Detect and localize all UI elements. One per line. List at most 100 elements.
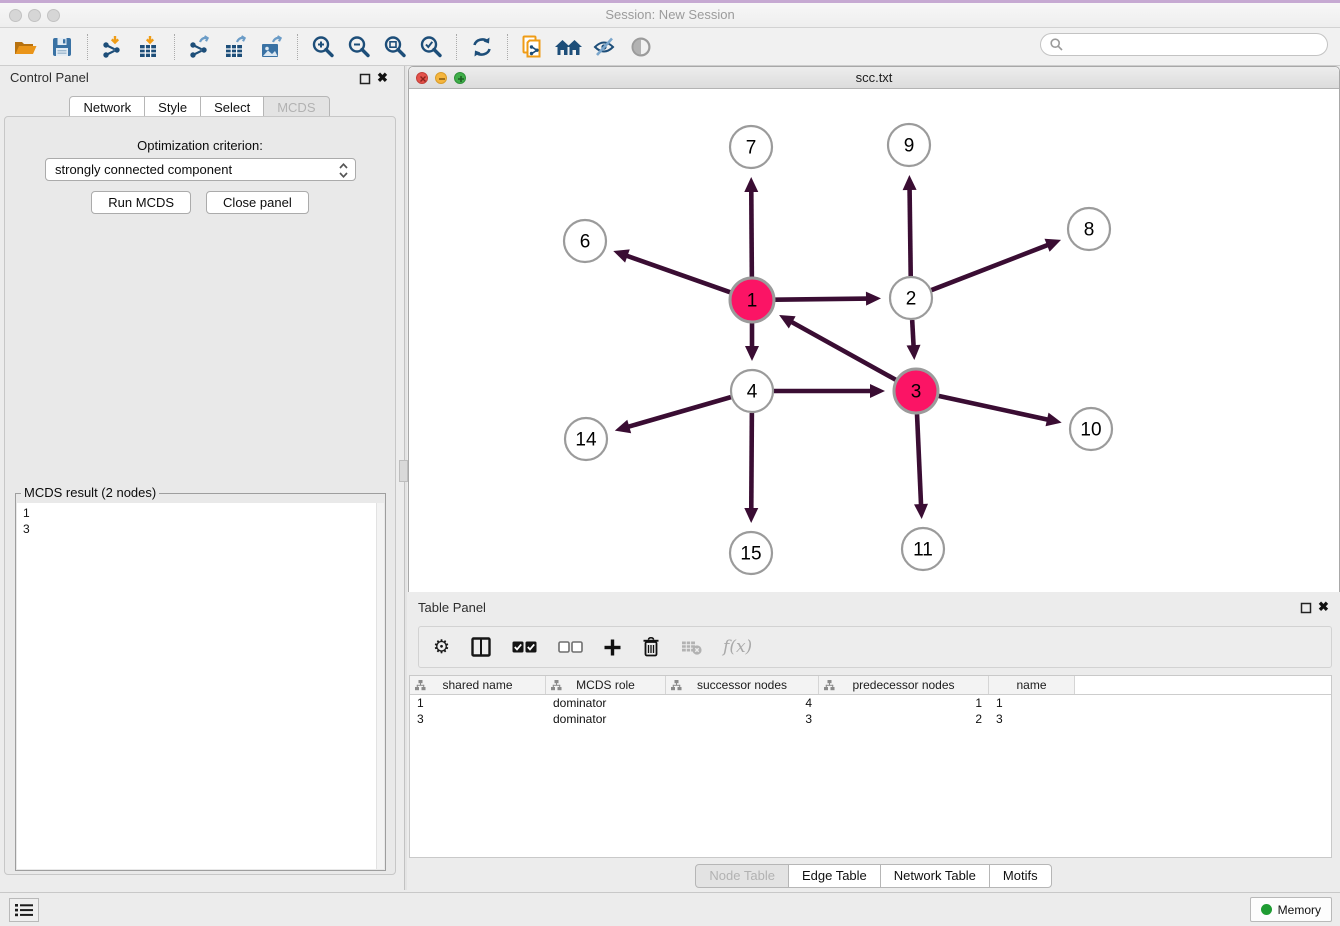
graph-edge-arrowhead (613, 249, 629, 262)
table-row[interactable]: 1dominator411 (410, 695, 1331, 711)
delete-table-button[interactable] (681, 639, 702, 655)
network-canvas[interactable]: 7968124314101511 (409, 89, 1339, 592)
open-session-button[interactable] (8, 32, 44, 62)
zoom-out-button[interactable] (341, 32, 377, 62)
export-table-button[interactable] (218, 32, 254, 62)
table-cell[interactable]: 4 (666, 695, 819, 711)
graph-edge[interactable] (775, 299, 869, 300)
close-panel-button[interactable]: Close panel (206, 191, 309, 214)
table-panel-float-icon[interactable] (1300, 602, 1312, 614)
control-panel-float-icon[interactable] (359, 73, 371, 85)
refresh-layout-button[interactable] (464, 32, 500, 62)
graph-edge[interactable] (938, 396, 1049, 420)
run-mcds-button[interactable]: Run MCDS (91, 191, 191, 214)
graph-edge[interactable] (910, 187, 911, 276)
control-panel-title: Control Panel (10, 70, 89, 85)
graph-node-label: 4 (747, 382, 758, 403)
table-cell[interactable]: 1 (989, 695, 1075, 711)
table-toolbar: ⚙ (418, 626, 1332, 668)
clone-network-icon (521, 35, 545, 59)
table-cell[interactable]: 1 (410, 695, 546, 711)
show-columns-button[interactable] (471, 637, 491, 657)
header-filler (1075, 676, 1331, 694)
hide-graphics-button[interactable] (587, 32, 623, 62)
tab-node-table[interactable]: Node Table (695, 864, 789, 888)
home-button[interactable] (551, 32, 587, 62)
table-row[interactable]: 3dominator323 (410, 711, 1331, 727)
table-settings-button[interactable]: ⚙ (433, 638, 450, 657)
zoom-in-button[interactable] (305, 32, 341, 62)
table-cell[interactable]: 3 (666, 711, 819, 727)
export-image-button[interactable] (254, 32, 290, 62)
save-icon (52, 37, 72, 57)
function-builder-button[interactable]: f(x) (723, 637, 752, 657)
graph-node-label: 1 (747, 291, 758, 312)
column-label: predecessor nodes (852, 678, 954, 692)
column-header-name[interactable]: name (989, 676, 1075, 694)
toolbar-separator (297, 34, 298, 60)
import-table-button[interactable] (131, 32, 167, 62)
graph-edge[interactable] (917, 414, 921, 507)
result-scrollbar[interactable] (376, 503, 384, 869)
zoom-fit-button[interactable] (377, 32, 413, 62)
network-window-titlebar[interactable]: scc.txt (409, 67, 1339, 89)
delete-table-icon (681, 639, 702, 655)
tab-motifs[interactable]: Motifs (989, 864, 1052, 888)
column-header-mcds-role[interactable]: MCDS role (546, 676, 666, 694)
node-table: shared name MCDS role successor nodes pr… (409, 675, 1332, 858)
graph-edge[interactable] (912, 320, 914, 348)
select-all-button[interactable] (512, 641, 537, 653)
toolbar-separator (507, 34, 508, 60)
main-toolbar (0, 28, 1340, 66)
graph-edge[interactable] (751, 189, 752, 277)
vertical-splitter-handle[interactable] (399, 460, 408, 482)
table-cell[interactable]: 3 (410, 711, 546, 727)
graph-edge[interactable] (751, 413, 752, 511)
table-panel-close-icon[interactable]: ✖ (1318, 600, 1329, 613)
export-network-button[interactable] (182, 32, 218, 62)
column-type-icon (824, 680, 835, 691)
graph-edge-arrowhead (615, 420, 631, 433)
graph-edge[interactable] (625, 255, 731, 292)
export-table-icon (223, 35, 249, 59)
table-cell[interactable]: 3 (989, 711, 1075, 727)
clone-network-button[interactable] (515, 32, 551, 62)
show-panel-list-button[interactable] (9, 898, 39, 922)
column-header-predecessor-nodes[interactable]: predecessor nodes (819, 676, 989, 694)
mcds-result-list[interactable]: 13 (17, 503, 384, 869)
toolbar-separator (456, 34, 457, 60)
graph-edge-arrowhead (744, 177, 758, 192)
import-network-button[interactable] (95, 32, 131, 62)
criterion-select[interactable]: strongly connected component (45, 158, 356, 181)
delete-row-button[interactable] (642, 637, 660, 657)
tab-network-table[interactable]: Network Table (880, 864, 990, 888)
column-header-successor-nodes[interactable]: successor nodes (666, 676, 819, 694)
toolbar-separator (87, 34, 88, 60)
show-graphics-button[interactable] (623, 32, 659, 62)
search-input[interactable] (1064, 34, 1327, 55)
unchecked-boxes-icon (558, 641, 583, 653)
graph-edge[interactable] (790, 321, 896, 380)
graph-edge[interactable] (626, 397, 731, 427)
graph-node-label: 8 (1084, 220, 1095, 241)
zoom-selected-button[interactable] (413, 32, 449, 62)
network-window-title: scc.txt (409, 70, 1339, 85)
memory-button[interactable]: Memory (1250, 897, 1332, 922)
graph-node-label: 15 (740, 544, 761, 565)
home-icon (554, 37, 584, 57)
table-cell[interactable]: 2 (819, 711, 989, 727)
graph-node-label: 6 (580, 232, 591, 253)
table-cell[interactable]: dominator (546, 695, 666, 711)
add-row-button[interactable] (604, 639, 621, 656)
control-panel-close-icon[interactable]: ✖ (377, 71, 388, 84)
deselect-all-button[interactable] (558, 641, 583, 653)
memory-label: Memory (1278, 903, 1321, 917)
table-cell[interactable]: dominator (546, 711, 666, 727)
graph-edge[interactable] (932, 244, 1050, 290)
save-session-button[interactable] (44, 32, 80, 62)
table-cell[interactable]: 1 (819, 695, 989, 711)
search-icon (1049, 37, 1064, 52)
search-field[interactable] (1040, 33, 1328, 56)
tab-edge-table[interactable]: Edge Table (788, 864, 881, 888)
column-header-shared-name[interactable]: shared name (410, 676, 546, 694)
